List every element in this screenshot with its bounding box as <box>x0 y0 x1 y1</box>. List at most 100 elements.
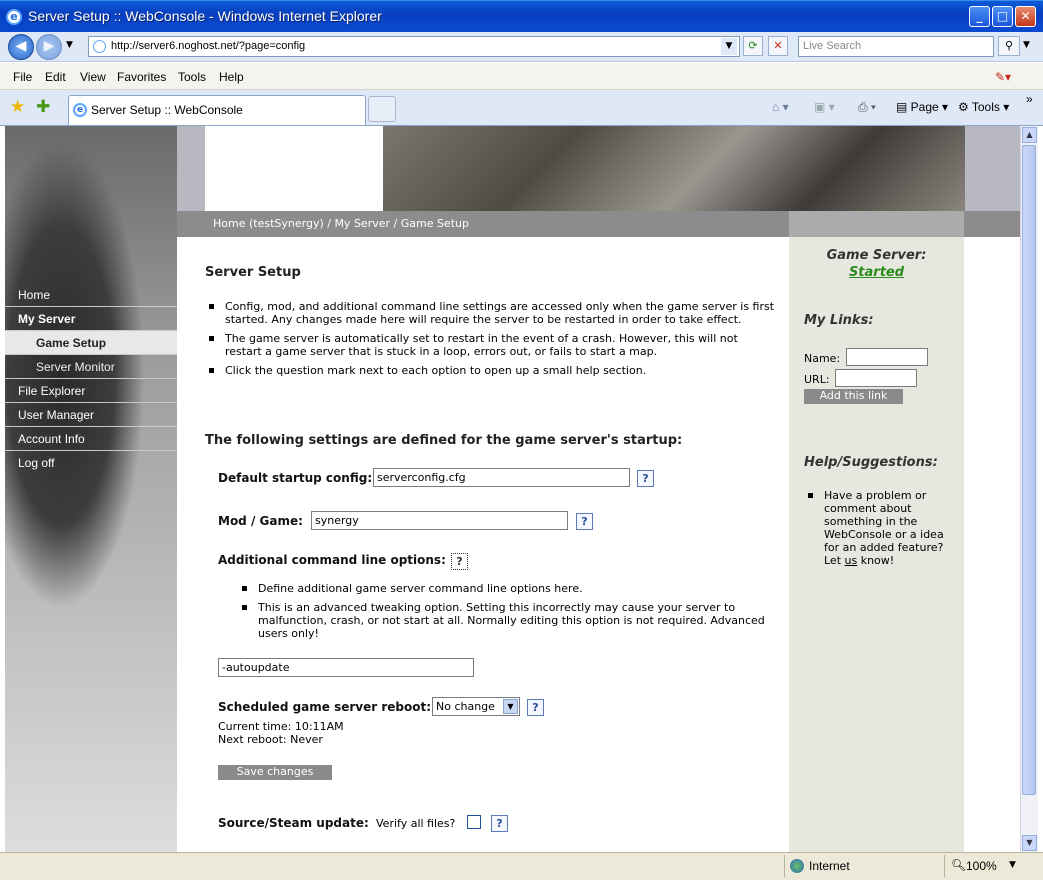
verify-files-checkbox[interactable] <box>467 815 481 829</box>
stop-button[interactable]: ✕ <box>768 36 788 56</box>
breadcrumb: Home (testSynergy) / My Server / Game Se… <box>213 217 469 230</box>
right-breadcrumb-block <box>789 211 964 237</box>
link-url-field[interactable] <box>835 369 917 387</box>
mod-game-field[interactable]: synergy <box>311 511 568 530</box>
link-url-label: URL: <box>804 373 830 386</box>
page-title: Server Setup <box>205 265 301 280</box>
zoom-dropdown-icon[interactable]: ▼ <box>1009 860 1016 870</box>
print-icon[interactable]: ⎙ ▾ <box>858 100 876 115</box>
tab-server-setup[interactable]: e Server Setup :: WebConsole <box>68 95 366 125</box>
address-bar[interactable]: http://server6.noghost.net/?page=config … <box>88 36 740 57</box>
cmdline-label: Additional command line options: <box>218 553 446 567</box>
next-reboot: Next reboot: Never <box>218 733 323 746</box>
minimize-button[interactable]: _ <box>969 6 990 27</box>
favorites-star-icon[interactable]: ★ <box>10 97 25 117</box>
header-blank <box>205 126 383 211</box>
zoom-level[interactable]: 100% <box>966 859 997 873</box>
help-item: Have a problem or comment about somethin… <box>804 489 954 567</box>
globe-icon <box>790 859 804 873</box>
sidebar-item-server-monitor[interactable]: Server Monitor <box>5 355 177 379</box>
note-item: Define additional game server command li… <box>238 582 768 595</box>
new-tab-button[interactable] <box>368 96 396 122</box>
reboot-select-value: No change <box>436 700 495 713</box>
note-item: Config, mod, and additional command line… <box>205 300 775 326</box>
sidebar-item-home[interactable]: Home <box>5 283 177 307</box>
page-icon <box>93 40 106 53</box>
tools-menu-label: Tools <box>971 100 1000 114</box>
zoom-icon[interactable]: 🔍︎ <box>951 858 966 872</box>
back-button[interactable]: ◀ <box>8 34 34 60</box>
steam-update-label: Source/Steam update: <box>218 816 369 830</box>
window-title: Server Setup :: WebConsole - Windows Int… <box>28 8 382 24</box>
refresh-button[interactable]: ⟳ <box>743 36 763 56</box>
chevron-more-icon[interactable]: » <box>1026 92 1033 106</box>
search-input[interactable]: Live Search <box>798 36 994 57</box>
search-icon[interactable]: ⚲ <box>998 36 1020 56</box>
setup-notes: Config, mod, and additional command line… <box>205 300 775 383</box>
note-item: Click the question mark next to each opt… <box>205 364 775 377</box>
save-button[interactable]: Save changes <box>218 765 332 780</box>
pdf-icon[interactable]: ✎▾ <box>995 70 1011 84</box>
menu-favorites[interactable]: Favorites <box>117 70 166 84</box>
game-server-status[interactable]: Started <box>789 265 964 280</box>
menu-tools[interactable]: Tools <box>178 70 206 84</box>
feeds-icon[interactable]: ▣ ▾ <box>814 100 835 114</box>
help-text-post: know! <box>857 554 895 567</box>
security-zone: Internet <box>809 859 850 873</box>
help-question-icon[interactable]: ? <box>637 470 654 487</box>
add-link-button[interactable]: Add this link <box>804 389 903 404</box>
sidebar-item-game-setup[interactable]: Game Setup <box>5 331 177 355</box>
note-item: This is an advanced tweaking option. Set… <box>238 601 768 640</box>
cmdline-field[interactable]: -autoupdate <box>218 658 474 677</box>
help-question-icon[interactable]: ? <box>451 553 468 570</box>
cmdline-notes: Define additional game server command li… <box>238 582 768 646</box>
status-bar: Internet 🔍︎ 100% ▼ <box>0 852 1043 880</box>
scroll-down-icon[interactable]: ▼ <box>1022 835 1037 851</box>
tab-ie-icon: e <box>73 103 87 117</box>
startup-config-field[interactable]: serverconfig.cfg <box>373 468 630 487</box>
help-us-link[interactable]: us <box>845 554 858 567</box>
note-item: The game server is automatically set to … <box>205 332 775 358</box>
settings-heading: The following settings are defined for t… <box>205 433 683 448</box>
scrollbar-thumb[interactable] <box>1022 145 1036 795</box>
link-name-field[interactable] <box>846 348 928 366</box>
scroll-up-icon[interactable]: ▲ <box>1022 127 1037 143</box>
page-menu-button[interactable]: ▤ Page ▾ <box>896 100 948 114</box>
add-favorite-icon[interactable]: ✚ <box>36 97 50 117</box>
verify-files-label: Verify all files? <box>376 817 456 830</box>
menu-help[interactable]: Help <box>219 70 244 84</box>
home-icon[interactable]: ⌂ ▾ <box>772 100 789 114</box>
forward-button[interactable]: ▶ <box>36 34 62 60</box>
address-url: http://server6.noghost.net/?page=config <box>111 40 306 52</box>
menu-view[interactable]: View <box>80 70 106 84</box>
close-button[interactable]: ✕ <box>1015 6 1036 27</box>
game-server-label: Game Server: <box>826 248 927 263</box>
help-question-icon[interactable]: ? <box>576 513 593 530</box>
tab-title: Server Setup :: WebConsole <box>91 103 243 117</box>
help-question-icon[interactable]: ? <box>491 815 508 832</box>
my-links-heading: My Links: <box>804 313 874 328</box>
reboot-select[interactable]: No change ▼ <box>432 697 520 716</box>
menu-bar: File Edit View Favorites Tools Help ✎▾ <box>0 63 1043 90</box>
window-titlebar: e Server Setup :: WebConsole - Windows I… <box>0 0 1043 32</box>
sidebar-item-user-manager[interactable]: User Manager <box>5 403 177 427</box>
tools-menu-button[interactable]: ⚙ Tools ▾ <box>958 100 1009 114</box>
sidebar-item-account-info[interactable]: Account Info <box>5 427 177 451</box>
menu-edit[interactable]: Edit <box>45 70 66 84</box>
link-name-label: Name: <box>804 352 841 365</box>
help-question-icon[interactable]: ? <box>527 699 544 716</box>
maximize-button[interactable]: □ <box>992 6 1013 27</box>
status-divider <box>944 855 945 877</box>
sidebar-item-log-off[interactable]: Log off <box>5 451 177 475</box>
search-options-icon[interactable]: ▼ <box>1023 40 1030 50</box>
page-menu-label: Page <box>910 100 939 114</box>
startup-config-label: Default startup config: <box>218 471 373 485</box>
address-dropdown-icon[interactable]: ▼ <box>721 38 737 55</box>
status-divider <box>784 855 785 877</box>
menu-file[interactable]: File <box>13 70 32 84</box>
chevron-down-icon: ▼ <box>503 699 518 714</box>
nav-dropdown-icon[interactable]: ▼ <box>66 40 73 50</box>
sidebar-item-file-explorer[interactable]: File Explorer <box>5 379 177 403</box>
reboot-label: Scheduled game server reboot: <box>218 700 432 714</box>
sidebar-item-my-server[interactable]: My Server <box>5 307 177 331</box>
